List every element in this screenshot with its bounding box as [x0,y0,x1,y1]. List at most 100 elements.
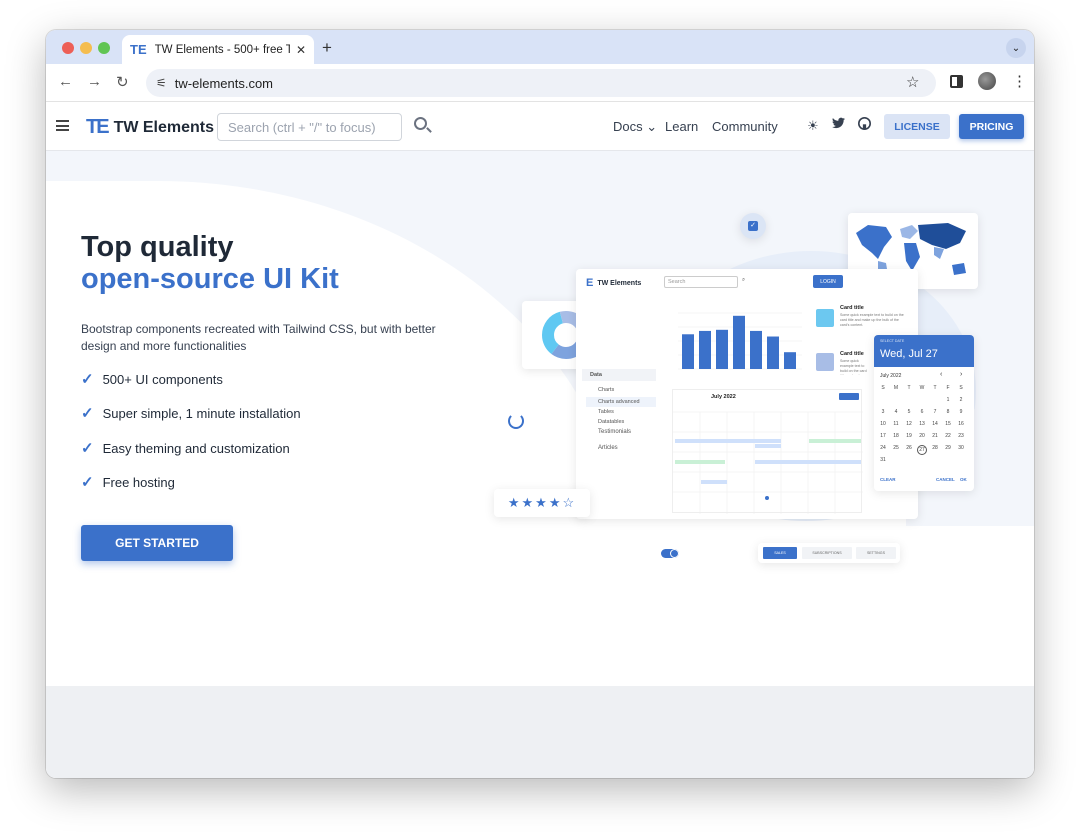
datepicker-day: 9 [959,409,963,415]
datepicker-day: 7 [933,409,937,415]
search-icon[interactable] [414,117,427,130]
mockup-bar [767,336,779,369]
datepicker-day: 26 [906,445,912,451]
datepicker-day: 28 [932,445,938,451]
check-icon: ✓ [81,371,94,388]
site-brand[interactable]: TE TW Elements [86,116,214,139]
browser-tab[interactable]: TE TW Elements - 500+ free Tail ✕ [122,35,314,64]
chevron-right-icon: › [960,371,963,378]
datepicker-day: 11 [893,421,899,427]
datepicker-day: 4 [894,409,898,415]
mockup-bar-chart [672,303,804,377]
mockup-card-title: Card title [840,351,864,357]
mockup-card-text: Some quick example text to build on the … [840,359,867,375]
feature-label: Free hosting [102,474,175,490]
minimize-window-button[interactable] [80,42,92,54]
mockup-tab-settings: SETTINGS [856,547,896,559]
datepicker-day: 8 [946,409,950,415]
datepicker-day: 2 [959,397,963,403]
loading-spinner-icon [508,413,524,429]
theme-sun-icon[interactable]: ☀ [807,118,819,134]
feature-label: 500+ UI components [102,371,223,387]
feature-item: ✓ Free hosting [81,473,175,491]
datepicker-weekday: T [933,385,937,391]
datepicker-ok: OK [960,477,967,482]
mockup-logo-icon: E [586,277,594,289]
mockup-search-icon: ⌕ [742,277,746,283]
mockup-calendar-add-button [839,393,859,400]
star-rating-icon: ★★★★☆ [507,495,577,510]
close-window-button[interactable] [62,42,74,54]
tab-close-icon[interactable]: ✕ [296,43,306,57]
mockup-sidebar-item: Tables [598,409,614,415]
mockup-sidebar-item: Charts [598,387,615,393]
page-lower-section [46,686,1034,778]
mockup-card-text: Some quick example text to build on the … [840,313,904,327]
datepicker-day: 25 [893,445,899,451]
checkbox-checked-icon: ✓ [748,221,758,231]
get-started-button[interactable]: GET STARTED [81,525,233,561]
mockup-sidebar-item: Testimonials [598,429,632,435]
datepicker-weekday: W [919,385,925,391]
mockup-bar [750,330,762,369]
datepicker-day: 1 [946,397,950,403]
datepicker-day: 23 [958,433,964,439]
reload-icon[interactable]: ↻ [116,73,129,91]
check-icon: ✓ [81,474,94,491]
hamburger-menu-icon[interactable] [56,120,69,131]
nav-community[interactable]: Community [712,119,778,134]
datepicker-day: 6 [920,409,924,415]
feature-item: ✓ Easy theming and customization [81,439,290,457]
feature-label: Super simple, 1 minute installation [102,405,301,421]
brand-name: TW Elements [113,118,215,136]
tab-bar: TE TW Elements - 500+ free Tail ✕ + ⌄ [46,30,1034,64]
mockup-login-button: LOGIN [813,275,843,288]
mockup-bar [733,315,745,369]
nav-learn[interactable]: Learn [665,119,698,134]
bookmark-star-icon[interactable]: ☆ [906,73,919,91]
datepicker-day: 12 [906,421,912,427]
datepicker-day: 29 [945,445,951,451]
toggle-switch-icon [661,549,679,558]
datepicker-label: SELECT DATE [880,339,905,343]
datepicker-day: 24 [880,445,886,451]
datepicker-selected-date: Wed, Jul 27 [880,348,938,360]
mockup-brand: E TW Elements [586,277,641,289]
mockup-bar [716,329,728,369]
browser-menu-icon[interactable]: ⋮ [1012,72,1027,90]
license-button[interactable]: LICENSE [884,114,950,139]
datepicker-grid: S M T W T F S 1 2 3 4 5 6 7 8 9 10 11 12 13 14 15 16 17 18 19 20 21… [878,385,970,471]
back-arrow-icon[interactable]: ← [58,73,73,90]
mockup-tab-subscriptions: SUBSCRIPTIONS [802,547,852,559]
datepicker-day: 19 [906,433,912,439]
webpage: TE TW Elements Search (ctrl + "/" to foc… [46,103,1034,778]
datepicker-day: 5 [907,409,911,415]
side-panel-icon[interactable] [950,75,963,88]
mockup-tab-sales: SALES [763,547,797,559]
url-field[interactable]: ⚟ tw-elements.com [146,69,936,97]
tab-search-chevron-icon[interactable]: ⌄ [1006,38,1026,58]
mockup-calendar-grid [673,411,863,514]
nav-docs[interactable]: Docs ⌄ [613,119,657,135]
mockup-calendar: July 2022 [672,389,863,514]
brand-logo-icon: TE [86,116,110,138]
mockup-card-2: Card title Some quick example text to bu… [812,349,872,379]
dashboard-mockup: E TW Elements Search ⌕ LOGIN Data Charts… [576,269,918,519]
mockup-card-title: Card title [840,305,864,311]
new-tab-button[interactable]: + [322,38,332,58]
site-search-input[interactable]: Search (ctrl + "/" to focus) [217,113,402,141]
profile-avatar[interactable] [978,72,996,90]
check-icon: ✓ [81,405,94,422]
tab-title: TW Elements - 500+ free Tail [154,43,290,56]
mockup-cloud-icon [816,353,834,371]
forward-arrow-icon[interactable]: → [87,73,102,90]
datepicker-clear: CLEAR [880,477,896,482]
maximize-window-button[interactable] [98,42,110,54]
check-icon: ✓ [81,440,94,457]
github-icon[interactable] [858,117,871,133]
twitter-icon[interactable] [832,117,845,132]
mockup-sidebar: Data Charts Charts advanced Tables Datat… [580,365,656,505]
site-settings-icon[interactable]: ⚟ [156,76,167,90]
datepicker-day: 17 [880,433,886,439]
pricing-button[interactable]: PRICING [959,114,1024,139]
